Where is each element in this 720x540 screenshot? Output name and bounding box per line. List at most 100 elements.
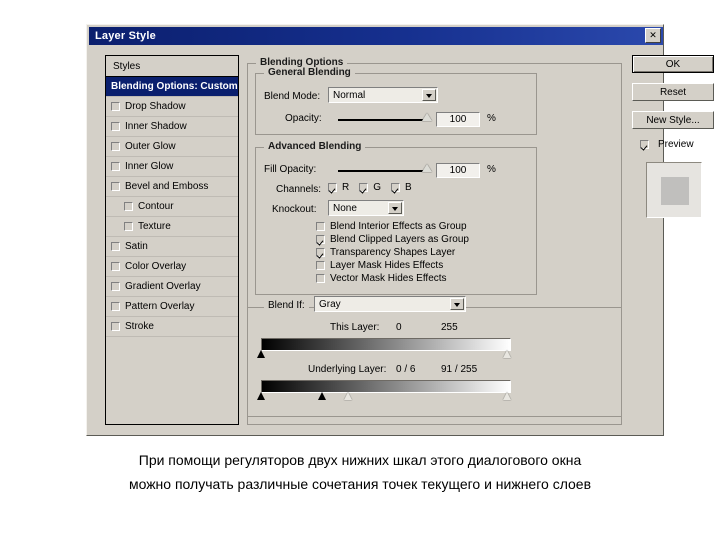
advanced-option-label: Blend Clipped Layers as Group xyxy=(330,234,469,245)
styles-list[interactable]: Blending Options: Custom Drop Shadow Inner… xyxy=(105,77,239,425)
fill-opacity-label: Fill Opacity: xyxy=(264,164,317,175)
knockout-label: Knockout: xyxy=(272,204,317,215)
style-list-item[interactable]: Drop Shadow xyxy=(106,97,238,117)
style-enable-checkbox[interactable] xyxy=(124,202,133,211)
new-style-button[interactable]: New Style... xyxy=(632,111,714,129)
style-list-item-label: Bevel and Emboss xyxy=(125,181,209,192)
opacity-slider-track[interactable] xyxy=(338,119,428,121)
style-list-item[interactable]: Stroke xyxy=(106,317,238,337)
style-enable-checkbox[interactable] xyxy=(111,102,120,111)
underlying-layer-handle-white-high[interactable] xyxy=(503,392,511,400)
advanced-option-checkbox[interactable] xyxy=(316,222,325,231)
style-list-item-label: Blending Options: Custom xyxy=(111,81,238,92)
style-list-item[interactable]: Inner Glow xyxy=(106,157,238,177)
style-list-item[interactable]: Satin xyxy=(106,237,238,257)
chevron-down-icon[interactable] xyxy=(422,89,436,101)
advanced-option-label: Layer Mask Hides Effects xyxy=(330,260,444,271)
advanced-option-row[interactable]: Layer Mask Hides Effects xyxy=(316,259,531,272)
styles-header-label: Styles xyxy=(113,60,141,72)
advanced-option-label: Vector Mask Hides Effects xyxy=(330,273,447,284)
blend-mode-select[interactable]: Normal xyxy=(328,87,438,103)
style-list-item-label: Gradient Overlay xyxy=(125,281,201,292)
advanced-option-row[interactable]: Transparency Shapes Layer xyxy=(316,246,531,259)
this-layer-gradient[interactable] xyxy=(261,338,511,351)
advanced-option-checkbox[interactable] xyxy=(316,261,325,270)
style-enable-checkbox[interactable] xyxy=(111,242,120,251)
preview-checkbox[interactable] xyxy=(640,140,649,149)
blend-mode-label: Blend Mode: xyxy=(264,91,321,102)
style-list-item[interactable]: Gradient Overlay xyxy=(106,277,238,297)
underlying-layer-handle-black-high[interactable] xyxy=(318,392,326,400)
this-layer-handle-black[interactable] xyxy=(257,350,265,358)
blend-if-value: Gray xyxy=(319,298,341,310)
knockout-select[interactable]: None xyxy=(328,200,404,216)
underlying-layer-handle-black-low[interactable] xyxy=(257,392,265,400)
style-enable-checkbox[interactable] xyxy=(111,282,120,291)
style-list-item-label: Outer Glow xyxy=(125,141,176,152)
advanced-options-list: Blend Interior Effects as Group Blend Cli… xyxy=(316,220,531,285)
style-list-item[interactable]: Blending Options: Custom xyxy=(106,77,238,97)
advanced-option-checkbox[interactable] xyxy=(316,248,325,257)
style-enable-checkbox[interactable] xyxy=(111,142,120,151)
opacity-slider-thumb[interactable] xyxy=(422,113,432,121)
advanced-option-row[interactable]: Vector Mask Hides Effects xyxy=(316,272,531,285)
this-layer-handle-white[interactable] xyxy=(503,350,511,358)
this-layer-low: 0 xyxy=(396,322,402,333)
underlying-layer-label: Underlying Layer: xyxy=(308,364,387,375)
advanced-option-row[interactable]: Blend Clipped Layers as Group xyxy=(316,233,531,246)
dialog-titlebar[interactable]: Layer Style ✕ xyxy=(89,27,663,45)
this-layer-high: 255 xyxy=(441,322,458,333)
close-icon[interactable]: ✕ xyxy=(645,28,661,43)
caption-line-1: При помощи регуляторов двух нижних шкал … xyxy=(138,452,582,468)
channel-toggle[interactable]: B xyxy=(391,182,412,193)
style-enable-checkbox[interactable] xyxy=(111,262,120,271)
opacity-input[interactable]: 100 xyxy=(436,112,480,127)
advanced-option-checkbox[interactable] xyxy=(316,235,325,244)
channels-label: Channels: xyxy=(276,184,322,195)
style-list-item[interactable]: Pattern Overlay xyxy=(106,297,238,317)
fill-opacity-slider-track[interactable] xyxy=(338,170,428,172)
blend-if-select[interactable]: Gray xyxy=(314,296,466,312)
style-enable-checkbox[interactable] xyxy=(111,182,120,191)
chevron-down-icon[interactable] xyxy=(450,298,464,310)
styles-panel-header[interactable]: Styles xyxy=(105,55,239,77)
fill-opacity-input[interactable]: 100 xyxy=(436,163,480,178)
style-list-item[interactable]: Inner Shadow xyxy=(106,117,238,137)
style-enable-checkbox[interactable] xyxy=(111,322,120,331)
channel-checkbox[interactable] xyxy=(391,183,401,192)
reset-button[interactable]: Reset xyxy=(632,83,714,101)
style-list-item[interactable]: Outer Glow xyxy=(106,137,238,157)
style-list-item-label: Pattern Overlay xyxy=(125,301,195,312)
style-list-item[interactable]: Texture xyxy=(106,217,238,237)
chevron-down-icon[interactable] xyxy=(388,202,402,214)
ok-button[interactable]: OK xyxy=(632,55,714,73)
channel-toggle[interactable]: R xyxy=(328,182,349,193)
channel-label: B xyxy=(405,182,412,193)
channel-label: G xyxy=(373,182,382,193)
advanced-option-row[interactable]: Blend Interior Effects as Group xyxy=(316,220,531,233)
style-enable-checkbox[interactable] xyxy=(111,162,120,171)
style-list-item[interactable]: Color Overlay xyxy=(106,257,238,277)
channel-toggle[interactable]: G xyxy=(359,182,381,193)
style-list-item[interactable]: Contour xyxy=(106,197,238,217)
advanced-option-label: Blend Interior Effects as Group xyxy=(330,221,467,232)
fill-opacity-slider-thumb[interactable] xyxy=(422,164,432,172)
advanced-option-checkbox[interactable] xyxy=(316,274,325,283)
fill-opacity-unit: % xyxy=(487,164,496,175)
blend-if-label: Blend If: xyxy=(264,300,309,311)
underlying-layer-gradient[interactable] xyxy=(261,380,511,393)
style-list-item-label: Texture xyxy=(138,221,171,232)
channel-checkbox[interactable] xyxy=(328,183,337,192)
preview-thumbnail-shape xyxy=(661,177,689,205)
general-blending-group: General Blending Blend Mode: Normal Opac… xyxy=(255,67,537,135)
opacity-unit: % xyxy=(487,113,496,124)
style-list-item-label: Inner Glow xyxy=(125,161,174,172)
preview-toggle[interactable]: Preview xyxy=(640,139,720,150)
style-enable-checkbox[interactable] xyxy=(111,122,120,131)
style-enable-checkbox[interactable] xyxy=(124,222,133,231)
layer-style-dialog: Layer Style ✕ Styles Blending Options: C… xyxy=(86,24,714,436)
underlying-layer-handle-white-low[interactable] xyxy=(344,392,352,400)
style-list-item[interactable]: Bevel and Emboss xyxy=(106,177,238,197)
channel-checkbox[interactable] xyxy=(359,183,369,192)
style-enable-checkbox[interactable] xyxy=(111,302,120,311)
